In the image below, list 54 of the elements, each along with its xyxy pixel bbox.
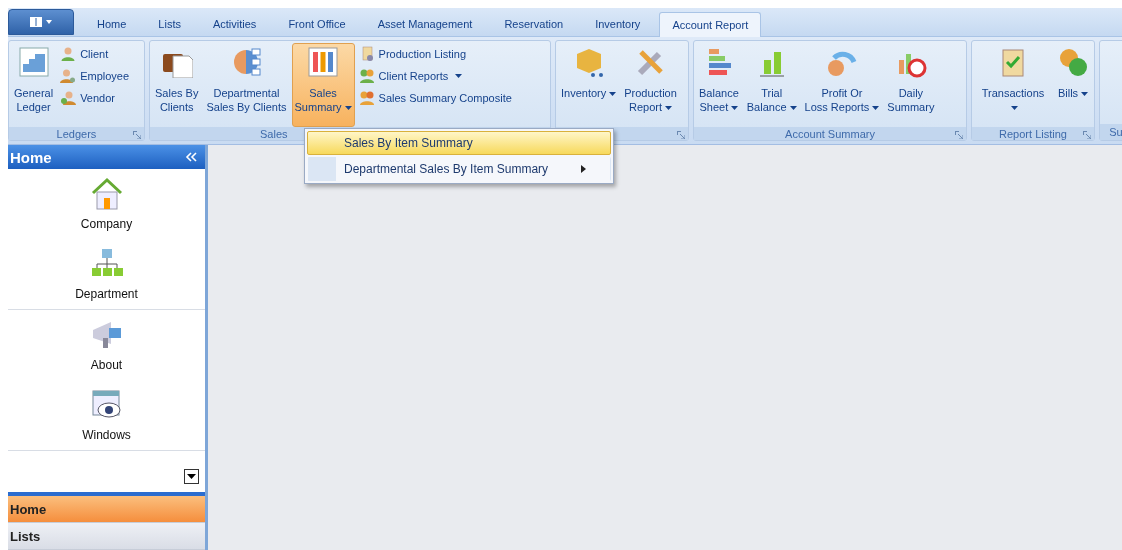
group-label: Account Summary (785, 127, 875, 140)
menu-item[interactable]: Sales By Item Summary (307, 131, 611, 155)
collapse-button[interactable] (185, 152, 197, 162)
ribbon-button[interactable]: Sales Summary (291, 43, 355, 127)
people-icon (358, 90, 375, 106)
ribbon-button[interactable]: General Ledger (11, 43, 57, 127)
window-icon (29, 16, 53, 28)
people-icon (358, 68, 375, 84)
ribbon-button[interactable]: Departmental Sales By Clients (203, 43, 290, 127)
ribbon-tab[interactable]: Reservation (491, 11, 577, 36)
person-gear-icon (60, 68, 77, 84)
ribbon-button[interactable]: Trial Balance (743, 43, 800, 127)
dialog-launcher-icon[interactable] (1083, 131, 1091, 139)
ribbon-tab[interactable]: Account Report (659, 12, 762, 37)
application-menu-button[interactable] (8, 9, 74, 35)
dialog-launcher-icon[interactable] (677, 131, 685, 139)
ribbon-button[interactable]: Transactions (974, 43, 1052, 127)
pane-title: Home (10, 148, 52, 166)
group-label: Report Listing (999, 127, 1067, 140)
ribbon-tab[interactable]: Activities (199, 11, 270, 36)
people-icon (60, 90, 77, 106)
ledger-chart-icon (17, 46, 50, 78)
ribbon-tab[interactable]: Front Office (275, 11, 359, 36)
dialog-launcher-icon[interactable] (133, 131, 141, 139)
group-label: Ledgers (56, 127, 97, 140)
person-icon (60, 46, 77, 62)
ribbon-button[interactable]: Bills (1054, 43, 1092, 127)
ribbon-small-button[interactable]: Client Reports (356, 67, 514, 85)
dialog-launcher-icon[interactable] (955, 131, 963, 139)
ribbon-tab[interactable]: Home (84, 11, 140, 36)
ribbon-small-button[interactable]: Production Listing (356, 45, 514, 63)
ribbon-small-button[interactable]: Employee (58, 67, 132, 85)
dropdown-button[interactable] (184, 469, 199, 484)
caret-icon (187, 474, 196, 479)
ribbon-button[interactable]: Profit Or Loss Reports (801, 43, 883, 127)
double-chevron-icon (185, 152, 197, 162)
pane-nav-button[interactable]: Home (8, 496, 205, 523)
ribbon-small-button[interactable]: Sales Summary Composite (356, 89, 514, 107)
ribbon-small-button[interactable]: Vendor (58, 89, 132, 107)
group-label: Su (1109, 126, 1122, 138)
coins-icon (1057, 46, 1089, 78)
group-label: Sales (260, 127, 288, 140)
ribbon-button[interactable]: Production Report (621, 43, 680, 127)
ribbon-button[interactable]: Daily Summary (884, 43, 938, 127)
ribbon-button[interactable]: Sales By Clients (152, 43, 202, 127)
ribbon-tab[interactable]: Asset Management (364, 11, 486, 36)
ribbon-tab[interactable]: Inventory (582, 11, 654, 36)
ribbon-small-button[interactable]: Client (58, 45, 132, 63)
pane-nav-button[interactable]: Lists (8, 523, 205, 550)
ribbon-button[interactable]: Balance Sheet (696, 43, 742, 127)
menu-item[interactable]: Departmental Sales By Item Summary (307, 157, 611, 181)
ribbon-tab[interactable]: Lists (145, 11, 194, 36)
ribbon-button[interactable]: Inventory (558, 43, 620, 127)
bar-chart-icon (307, 46, 340, 78)
